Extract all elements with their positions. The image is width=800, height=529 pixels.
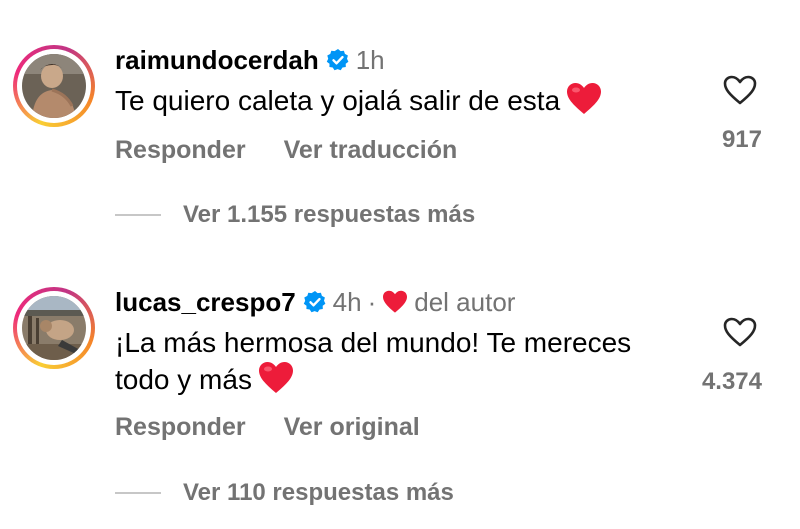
red-heart-emoji-icon <box>566 82 602 125</box>
like-count: 4.374 <box>701 368 762 395</box>
username[interactable]: raimundocerdah <box>115 45 319 76</box>
timestamp: 4h <box>332 286 362 317</box>
heart-outline-icon <box>723 317 757 347</box>
heart-outline-icon <box>723 75 757 105</box>
replies-divider-line <box>115 492 161 494</box>
comment-text: ¡La más hermosa del mundo! Te mereces to… <box>115 324 695 404</box>
comment-actions: Responder Ver original <box>115 413 420 442</box>
comment-text-line-1: ¡La más hermosa del mundo! Te mereces <box>115 327 632 358</box>
verified-badge-icon <box>303 290 327 314</box>
translate-button[interactable]: Ver traducción <box>284 136 458 165</box>
separator-dot: · <box>367 286 377 317</box>
like-button[interactable] <box>720 314 760 350</box>
avatar-photo <box>22 296 86 360</box>
replies-divider-line <box>115 214 161 216</box>
comment-text-line-2-body: todo y más <box>115 364 252 395</box>
like-button[interactable] <box>720 72 760 108</box>
view-replies-label: Ver 1.155 respuestas más <box>183 201 476 228</box>
comment-text-line-2: todo y más <box>115 361 695 404</box>
avatar-photo <box>22 54 86 118</box>
avatar[interactable] <box>13 287 95 369</box>
reply-button[interactable]: Responder <box>115 413 246 442</box>
comment-text: Te quiero caleta y ojalá salir de esta <box>115 82 695 125</box>
comment-actions: Responder Ver traducción <box>115 136 457 165</box>
avatar-ring-gap <box>17 49 91 123</box>
username[interactable]: lucas_crespo7 <box>115 287 296 318</box>
reply-button[interactable]: Responder <box>115 136 246 165</box>
red-heart-emoji-icon <box>258 361 294 404</box>
verified-badge-icon <box>326 48 350 72</box>
avatar-ring-gap <box>17 291 91 365</box>
see-original-button[interactable]: Ver original <box>284 413 420 442</box>
author-heart-icon <box>382 290 408 314</box>
view-replies-button[interactable]: Ver 1.155 respuestas más <box>115 201 475 229</box>
view-replies-button[interactable]: Ver 110 respuestas más <box>115 479 454 507</box>
timestamp: 1h <box>355 44 385 75</box>
comment-text-body: Te quiero caleta y ojalá salir de esta <box>115 85 561 116</box>
like-count: 917 <box>721 126 762 153</box>
comment-header: raimundocerdah 1h <box>115 43 385 77</box>
view-replies-label: Ver 110 respuestas más <box>183 479 454 506</box>
avatar[interactable] <box>13 45 95 127</box>
comment-header: lucas_crespo7 4h · del autor <box>115 285 515 319</box>
author-liked-label: del autor <box>414 286 516 317</box>
